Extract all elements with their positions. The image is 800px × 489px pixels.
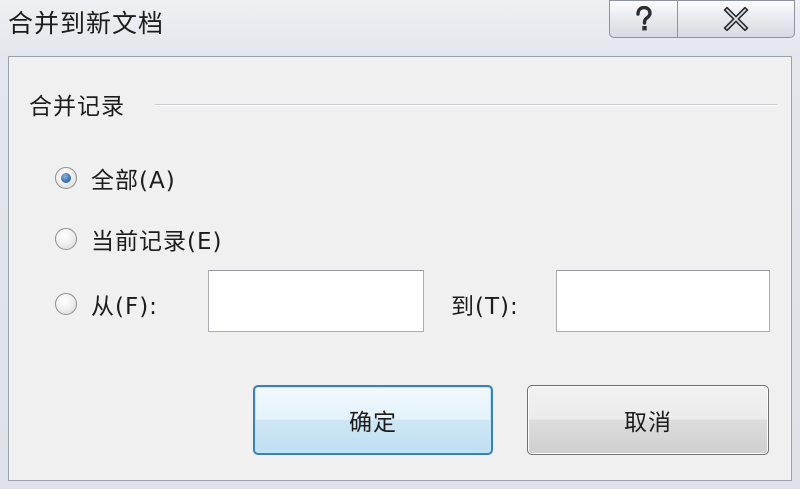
cancel-button[interactable]: 取消 xyxy=(527,385,769,455)
merge-to-new-document-dialog: 合并到新文档 合并记录 全部(A) 当前记录(E) 从(F): 到(T): 确定… xyxy=(0,0,800,489)
radio-current-record-option[interactable]: 当前记录(E) xyxy=(55,222,222,256)
to-label: 到(T): xyxy=(451,294,519,320)
from-record-input[interactable] xyxy=(208,270,424,332)
dialog-title: 合并到新文档 xyxy=(8,9,165,38)
title-bar[interactable]: 合并到新文档 xyxy=(0,0,800,56)
question-mark-icon xyxy=(635,6,652,31)
merge-records-group-label: 合并记录 xyxy=(29,94,125,120)
radio-all-label[interactable]: 全部(A) xyxy=(91,161,176,195)
radio-all[interactable] xyxy=(55,167,77,189)
radio-current-record-label[interactable]: 当前记录(E) xyxy=(91,222,222,256)
help-button[interactable] xyxy=(609,0,677,38)
radio-from[interactable] xyxy=(55,293,77,315)
radio-all-option[interactable]: 全部(A) xyxy=(55,161,176,195)
radio-from-label[interactable]: 从(F): xyxy=(91,287,158,321)
ok-button[interactable]: 确定 xyxy=(253,385,493,455)
close-x-icon xyxy=(723,7,749,31)
group-divider xyxy=(155,104,777,106)
radio-from-option[interactable]: 从(F): xyxy=(55,287,158,321)
radio-current-record[interactable] xyxy=(55,228,77,250)
close-button[interactable] xyxy=(677,0,795,38)
to-record-input[interactable] xyxy=(556,270,770,332)
dialog-body: 合并记录 全部(A) 当前记录(E) 从(F): 到(T): 确定 取消 xyxy=(8,56,792,481)
